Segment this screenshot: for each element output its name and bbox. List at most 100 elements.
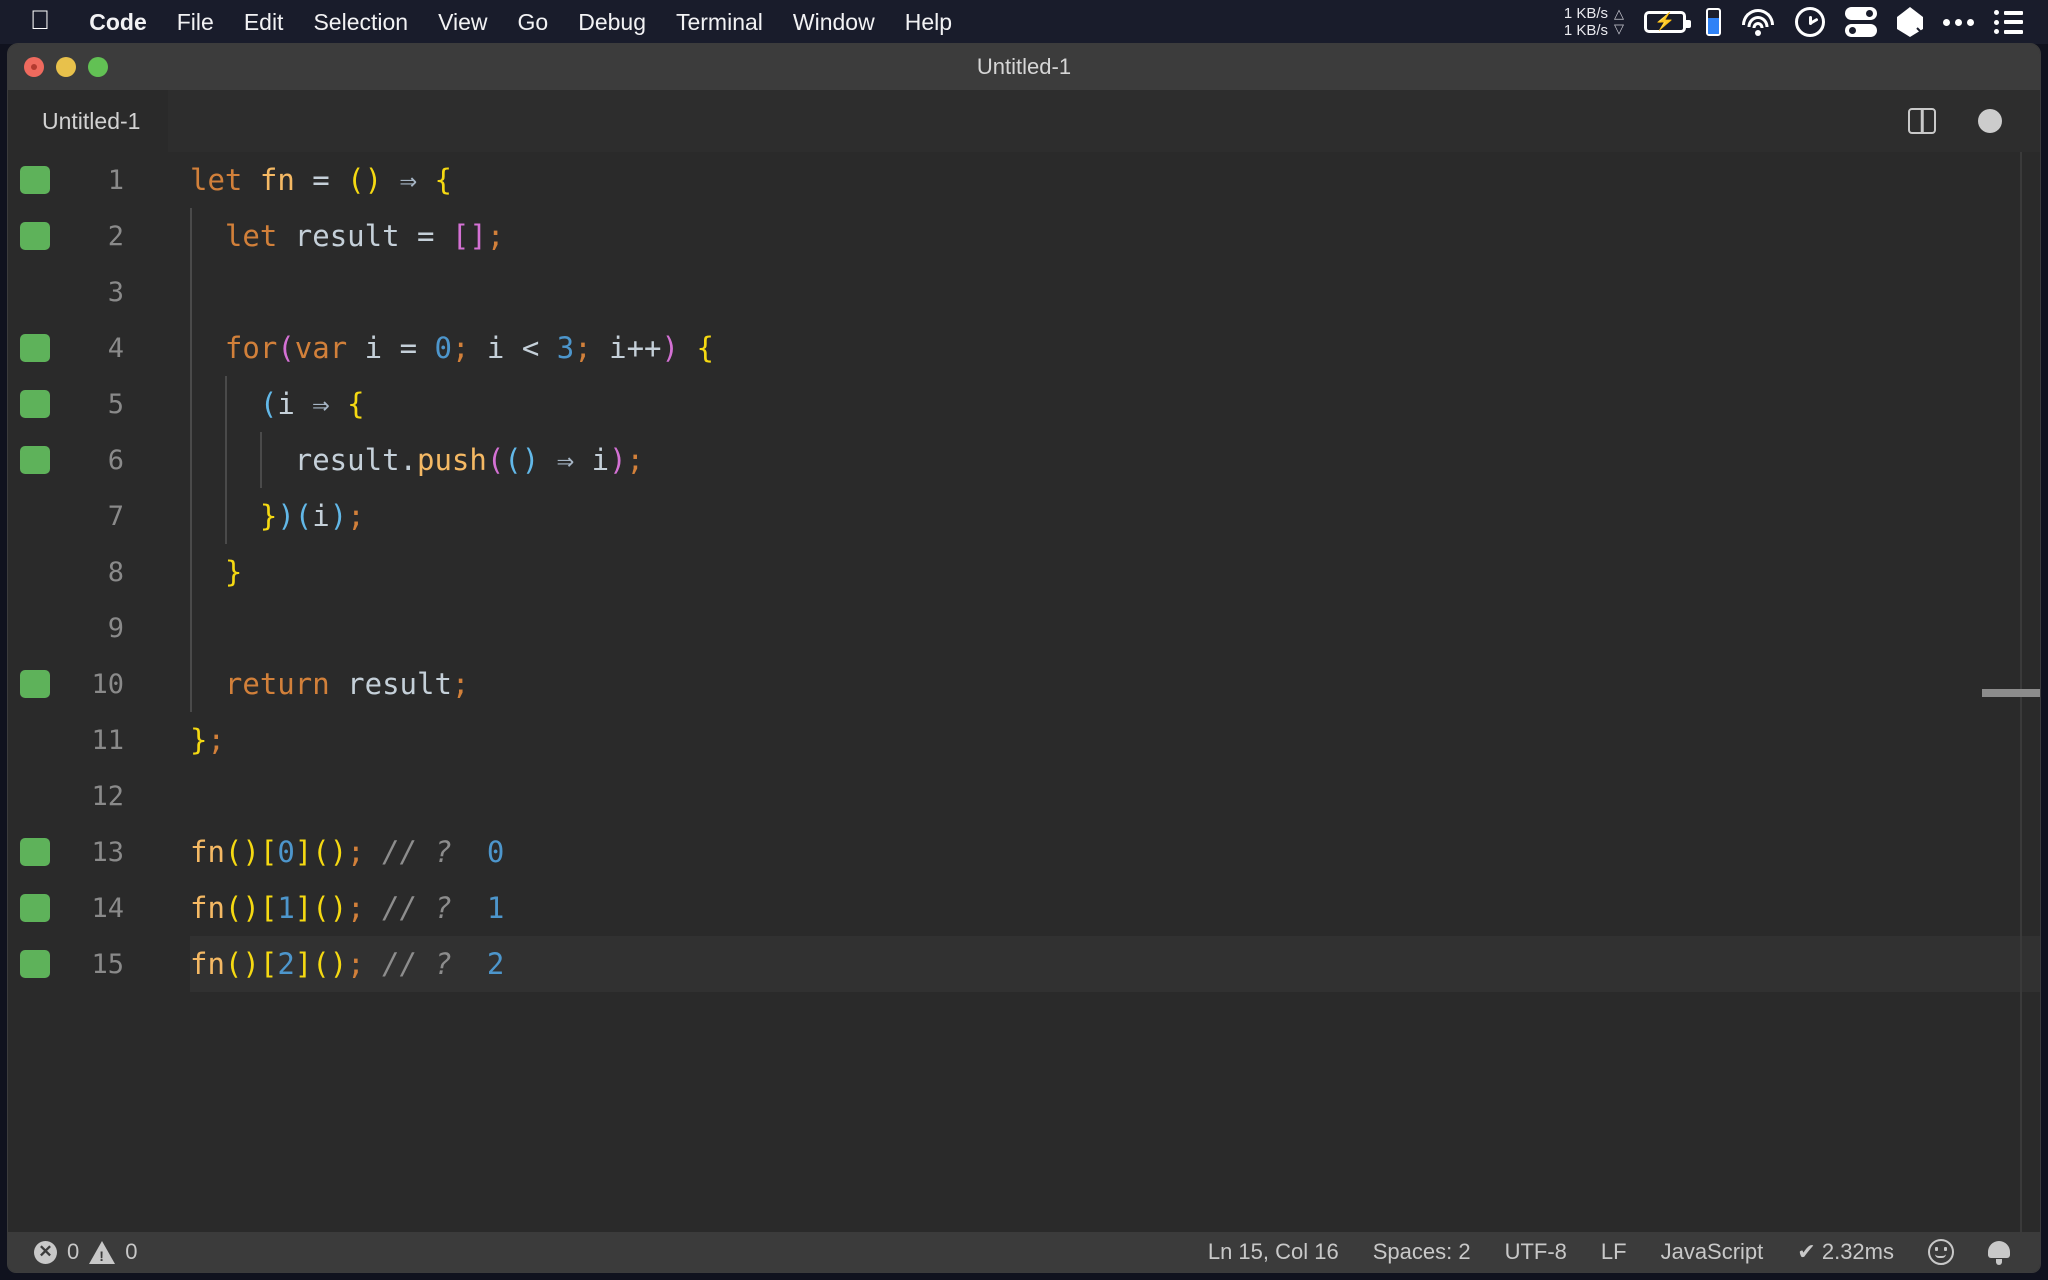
code-token: fn bbox=[190, 835, 225, 869]
line-content[interactable]: fn()[2](); // ? 2 bbox=[190, 936, 504, 992]
network-speed-indicator[interactable]: 1 KB/s 1 KB/s △ ▽ bbox=[1564, 5, 1624, 40]
toggles-icon[interactable] bbox=[1845, 7, 1877, 37]
editor-line[interactable]: 10 return result; bbox=[8, 656, 2040, 712]
menu-item-debug[interactable]: Debug bbox=[563, 9, 661, 36]
line-content[interactable]: let result = []; bbox=[190, 208, 504, 264]
code-token: 0 bbox=[487, 835, 504, 869]
indent-guide bbox=[190, 264, 192, 320]
code-token: } bbox=[225, 555, 242, 589]
error-circle-icon[interactable]: ✕ bbox=[34, 1241, 57, 1264]
code-token: [] bbox=[452, 219, 487, 253]
line-content[interactable]: result.push(() ⇒ i); bbox=[190, 432, 644, 488]
quokka-timing[interactable]: ✔ 2.32ms bbox=[1797, 1239, 1894, 1265]
status-bar-right: Ln 15, Col 16 Spaces: 2 UTF-8 LF JavaScr… bbox=[1208, 1239, 2040, 1265]
error-count[interactable]: 0 bbox=[67, 1239, 79, 1265]
code-token: () bbox=[225, 891, 260, 925]
notifications-bell-icon[interactable] bbox=[1988, 1239, 2010, 1265]
line-content[interactable]: (i ⇒ { bbox=[190, 376, 365, 432]
menu-bar-status-area: 1 KB/s 1 KB/s △ ▽ ⚡ bbox=[1564, 5, 2048, 40]
maximize-button[interactable] bbox=[88, 57, 108, 77]
code-editor[interactable]: 1let fn = () ⇒ {2 let result = [];34 for… bbox=[8, 152, 2040, 1232]
pencil-icon[interactable] bbox=[1897, 7, 1923, 37]
editor-line[interactable]: 8 } bbox=[8, 544, 2040, 600]
split-editor-icon[interactable] bbox=[1908, 108, 1936, 134]
line-content[interactable]: let fn = () ⇒ { bbox=[190, 152, 452, 208]
close-button[interactable] bbox=[24, 57, 44, 77]
tab-untitled-1[interactable]: Untitled-1 bbox=[8, 90, 168, 152]
editor-line[interactable]: 15fn()[2](); // ? 2 bbox=[8, 936, 2040, 992]
editor-line[interactable]: 9 bbox=[8, 600, 2040, 656]
warning-count[interactable]: 0 bbox=[125, 1239, 137, 1265]
code-token: () bbox=[312, 947, 347, 981]
indentation-setting[interactable]: Spaces: 2 bbox=[1373, 1239, 1471, 1265]
apple-logo-icon[interactable]:  bbox=[30, 7, 50, 34]
editor-line[interactable]: 4 for(var i = 0; i < 3; i++) { bbox=[8, 320, 2040, 376]
line-content[interactable]: return result; bbox=[190, 656, 469, 712]
editor-line[interactable]: 5 (i ⇒ { bbox=[8, 376, 2040, 432]
editor-line[interactable]: 14 fn()[1](); // ? 1 bbox=[8, 880, 2040, 936]
line-content[interactable]: }; bbox=[190, 712, 225, 768]
code-token: = bbox=[417, 219, 452, 253]
line-number: 7 bbox=[68, 501, 124, 532]
code-token: i++ bbox=[592, 331, 662, 365]
language-mode[interactable]: JavaScript bbox=[1661, 1239, 1764, 1265]
warning-triangle-icon[interactable] bbox=[89, 1241, 115, 1264]
cursor-position[interactable]: Ln 15, Col 16 bbox=[1208, 1239, 1339, 1265]
encoding-setting[interactable]: UTF-8 bbox=[1505, 1239, 1567, 1265]
unsaved-dot-icon[interactable] bbox=[1978, 109, 2002, 133]
minimize-button[interactable] bbox=[56, 57, 76, 77]
code-token bbox=[190, 555, 225, 589]
phone-battery-icon[interactable] bbox=[1706, 8, 1721, 36]
battery-charging-icon[interactable]: ⚡ bbox=[1644, 11, 1686, 33]
status-bar: ✕ 0 0 Ln 15, Col 16 Spaces: 2 UTF-8 LF J… bbox=[8, 1232, 2040, 1272]
editor-line[interactable]: 12 bbox=[8, 768, 2040, 824]
line-content[interactable]: fn()[0](); // ? 0 bbox=[190, 824, 504, 880]
line-content[interactable]: } bbox=[190, 544, 242, 600]
code-token: ( bbox=[295, 499, 312, 533]
quokka-line-marker-icon bbox=[20, 894, 50, 922]
smiley-feedback-icon[interactable] bbox=[1928, 1239, 1954, 1265]
code-token: ⇒ bbox=[400, 163, 417, 197]
code-token bbox=[365, 891, 382, 925]
code-token: for bbox=[225, 331, 277, 365]
line-number: 14 bbox=[68, 893, 124, 924]
line-content[interactable]: })(i); bbox=[190, 488, 365, 544]
code-token bbox=[365, 835, 382, 869]
code-token bbox=[382, 163, 399, 197]
editor-line[interactable]: 6 result.push(() ⇒ i); bbox=[8, 432, 2040, 488]
code-token: ; bbox=[452, 331, 469, 365]
clock-icon[interactable] bbox=[1795, 7, 1825, 37]
code-token: ; bbox=[347, 947, 364, 981]
ellipsis-icon[interactable] bbox=[1943, 19, 1974, 26]
menu-item-help[interactable]: Help bbox=[890, 9, 967, 36]
editor-line[interactable]: 11}; bbox=[8, 712, 2040, 768]
editor-line[interactable]: 3 bbox=[8, 264, 2040, 320]
menu-item-edit[interactable]: Edit bbox=[229, 9, 299, 36]
menu-item-go[interactable]: Go bbox=[503, 9, 564, 36]
code-token bbox=[330, 387, 347, 421]
quokka-line-marker-icon bbox=[20, 166, 50, 194]
line-number: 3 bbox=[68, 277, 124, 308]
code-token: = bbox=[400, 331, 435, 365]
editor-line[interactable]: 7 })(i); bbox=[8, 488, 2040, 544]
code-token: 2 bbox=[487, 947, 504, 981]
menu-item-selection[interactable]: Selection bbox=[298, 9, 423, 36]
editor-line[interactable]: 2 let result = []; bbox=[8, 208, 2040, 264]
eol-setting[interactable]: LF bbox=[1601, 1239, 1627, 1265]
status-bar-left: ✕ 0 0 bbox=[8, 1239, 138, 1265]
wifi-icon[interactable] bbox=[1741, 9, 1775, 35]
menu-item-file[interactable]: File bbox=[162, 9, 229, 36]
menu-item-code[interactable]: Code bbox=[74, 9, 162, 36]
list-icon[interactable] bbox=[1994, 10, 2024, 34]
code-token: ; bbox=[627, 443, 644, 477]
macos-menu-bar:  Code File Edit Selection View Go Debug… bbox=[0, 0, 2048, 44]
code-token: ( bbox=[487, 443, 504, 477]
code-token: = bbox=[295, 163, 347, 197]
editor-line[interactable]: 1let fn = () ⇒ { bbox=[8, 152, 2040, 208]
menu-item-window[interactable]: Window bbox=[778, 9, 890, 36]
menu-item-terminal[interactable]: Terminal bbox=[661, 9, 778, 36]
line-content[interactable]: for(var i = 0; i < 3; i++) { bbox=[190, 320, 714, 376]
editor-line[interactable]: 13fn()[0](); // ? 0 bbox=[8, 824, 2040, 880]
menu-item-view[interactable]: View bbox=[423, 9, 502, 36]
line-content[interactable]: fn()[1](); // ? 1 bbox=[190, 880, 504, 936]
